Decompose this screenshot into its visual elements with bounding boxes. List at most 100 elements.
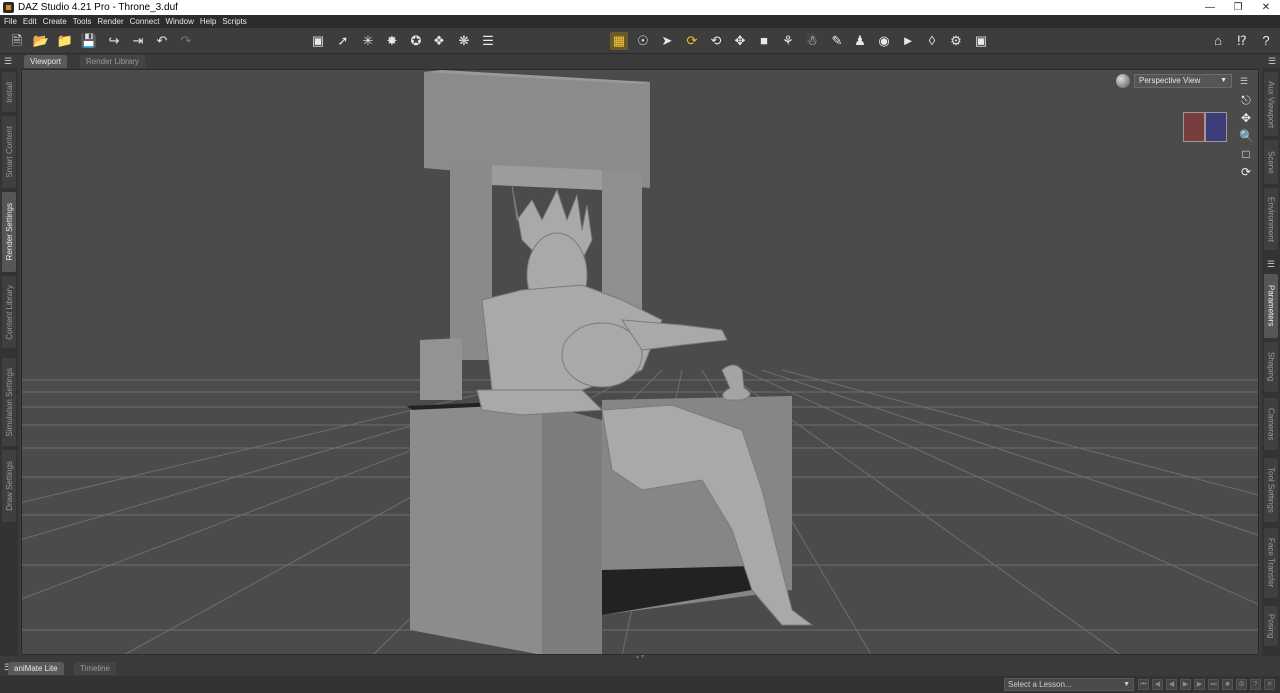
panel-tab-label: Simulation Settings [4, 367, 14, 437]
region-nav-icon[interactable]: ► [899, 32, 917, 50]
rotate-active-icon[interactable]: ⟳ [683, 32, 701, 50]
main-toolbar: 🗎 📂 📁 💾 ↪ ⇥ ↶ ↷ ▣ ➚ ✳ ✸ ✪ ❖ ❋ ☰ ▦ ☉ ➤ ⟳ … [0, 28, 1280, 54]
panel-tab-tool-settings[interactable]: Tool Settings [1264, 458, 1278, 522]
panel-tab-posing[interactable]: Posing [1264, 606, 1278, 646]
merge-icon[interactable]: ↪ [105, 32, 123, 50]
panel-tab-shaping[interactable]: Shaping [1264, 342, 1278, 392]
primitive-icon[interactable]: ❖ [430, 32, 448, 50]
menu-file[interactable]: File [4, 17, 17, 26]
figure-setup-icon[interactable]: ♟ [851, 32, 869, 50]
point-light-icon[interactable]: ✳ [359, 32, 377, 50]
chevron-down-icon: ▼ [1123, 681, 1130, 688]
left-panel-menu-icon[interactable]: ☰ [2, 55, 14, 67]
viewport-scene [22, 70, 1258, 654]
tool-list-icon[interactable]: ☰ [479, 32, 497, 50]
panel-tab-aux-viewport[interactable]: Aux Viewport [1264, 72, 1278, 136]
menu-scripts[interactable]: Scripts [222, 17, 246, 26]
menu-window[interactable]: Window [165, 17, 193, 26]
active-pose-icon[interactable]: ☃ [803, 32, 821, 50]
redo-icon[interactable]: ↷ [177, 32, 195, 50]
lesson-step-icon[interactable]: ▶ [1180, 679, 1191, 690]
viewport-menu-icon[interactable]: ☰ [1238, 75, 1250, 87]
close-button[interactable]: ✕ [1252, 2, 1280, 13]
panel-tab-cameras[interactable]: Cameras [1264, 398, 1278, 450]
lesson-prev-icon[interactable]: ◀ [1152, 679, 1163, 690]
menu-render[interactable]: Render [97, 17, 123, 26]
open-file-icon[interactable]: 📂 [32, 32, 50, 50]
menu-create[interactable]: Create [43, 17, 67, 26]
universal-tool-icon[interactable]: ▦ [610, 32, 628, 50]
lesson-step-icon[interactable]: ◀ [1166, 679, 1177, 690]
view-cube-face-left[interactable] [1183, 112, 1205, 142]
tab-render-library[interactable]: Render Library [80, 55, 145, 68]
node-weight-brush-icon[interactable]: ✎ [828, 32, 846, 50]
lesson-first-icon[interactable]: ⏮ [1138, 679, 1149, 690]
home-icon[interactable]: ⌂ [1209, 32, 1227, 50]
right-panel-tabs: Aux Viewport Scene Environment ☰ Paramet… [1262, 68, 1280, 656]
render-camera-icon[interactable]: ▣ [972, 32, 990, 50]
panel-tab-install[interactable]: Install [2, 72, 16, 112]
camera-view-select[interactable]: Perspective View ▼ [1134, 74, 1232, 88]
zoom-icon[interactable]: 🔍 [1239, 128, 1254, 144]
panel-tab-environment[interactable]: Environment [1264, 188, 1278, 250]
whats-this-icon[interactable]: ⁉ [1233, 32, 1251, 50]
lesson-next-icon[interactable]: ▶ [1194, 679, 1205, 690]
panel-tab-face-transfer[interactable]: Face Transfer [1264, 528, 1278, 598]
menu-edit[interactable]: Edit [23, 17, 37, 26]
panel-tab-label: Draw Settings [4, 461, 14, 511]
save-icon[interactable]: 💾 [80, 32, 98, 50]
3d-viewport[interactable] [21, 69, 1259, 655]
create-camera-icon[interactable]: ▣ [309, 32, 327, 50]
draw-style-icon[interactable] [1116, 74, 1130, 88]
camera-view-label: Perspective View [1139, 76, 1201, 85]
lesson-settings-icon[interactable]: ⚙ [1236, 679, 1247, 690]
left-panel-tabs: Install Smart Content Render Settings Co… [0, 68, 18, 656]
scale-icon[interactable]: ■ [755, 32, 773, 50]
panel-tab-simulation-settings[interactable]: Simulation Settings [2, 358, 16, 446]
minimize-button[interactable]: — [1196, 2, 1224, 13]
open-recent-icon[interactable]: 📁 [56, 32, 74, 50]
undo-icon[interactable]: ↶ [153, 32, 171, 50]
lesson-stop-icon[interactable]: ■ [1222, 679, 1233, 690]
panel-tab-render-settings[interactable]: Render Settings [2, 192, 16, 272]
joint-editor-icon[interactable]: ⚘ [779, 32, 797, 50]
translate-icon[interactable]: ✥ [731, 32, 749, 50]
lesson-last-icon[interactable]: ⏭ [1208, 679, 1219, 690]
distant-light-icon[interactable]: ➚ [334, 32, 352, 50]
pan-icon[interactable]: ✥ [1239, 110, 1253, 126]
spot-light-icon[interactable]: ✸ [383, 32, 401, 50]
select-cursor-icon[interactable]: ➤ [658, 32, 676, 50]
new-file-icon[interactable]: 🗎 [8, 32, 26, 50]
tab-viewport[interactable]: Viewport [24, 55, 67, 68]
camera-tool-icon[interactable]: ◉ [875, 32, 893, 50]
tab-animate-lite[interactable]: aniMate Lite [8, 662, 64, 675]
linear-light-icon[interactable]: ✪ [407, 32, 425, 50]
lesson-select[interactable]: Select a Lesson... ▼ [1004, 678, 1134, 691]
menu-help[interactable]: Help [200, 17, 216, 26]
panel-tab-content-library[interactable]: Content Library [2, 276, 16, 348]
help-icon[interactable]: ? [1257, 32, 1275, 50]
panel-tab-draw-settings[interactable]: Draw Settings [2, 450, 16, 522]
panel-tab-smart-content[interactable]: Smart Content [2, 116, 16, 188]
reset-view-icon[interactable]: ⟳ [1239, 164, 1253, 180]
tab-timeline[interactable]: Timeline [74, 662, 116, 675]
null-node-icon[interactable]: ❋ [455, 32, 473, 50]
frame-icon[interactable]: □ [1239, 146, 1253, 162]
right-panel-menu-icon[interactable]: ☰ [1266, 55, 1278, 67]
panel-tab-parameters[interactable]: Parameters [1264, 274, 1278, 338]
viewport-nav-icon[interactable]: ☉ [634, 32, 652, 50]
view-cube[interactable] [1183, 112, 1227, 142]
menu-tools[interactable]: Tools [73, 17, 92, 26]
restore-button[interactable]: ❐ [1224, 2, 1252, 13]
lesson-help-icon[interactable]: ? [1250, 679, 1261, 690]
surface-selection-icon[interactable]: ◊ [923, 32, 941, 50]
panel-group-menu-icon[interactable]: ☰ [1265, 258, 1277, 270]
view-cube-face-right[interactable] [1205, 112, 1227, 142]
lesson-close-icon[interactable]: ✕ [1264, 679, 1275, 690]
export-icon[interactable]: ⇥ [129, 32, 147, 50]
menu-connect[interactable]: Connect [130, 17, 160, 26]
rotate-icon[interactable]: ⟲ [707, 32, 725, 50]
render-settings-icon[interactable]: ⚙ [947, 32, 965, 50]
panel-tab-scene[interactable]: Scene [1264, 140, 1278, 184]
orbit-icon[interactable]: ⎋ [1239, 92, 1253, 108]
